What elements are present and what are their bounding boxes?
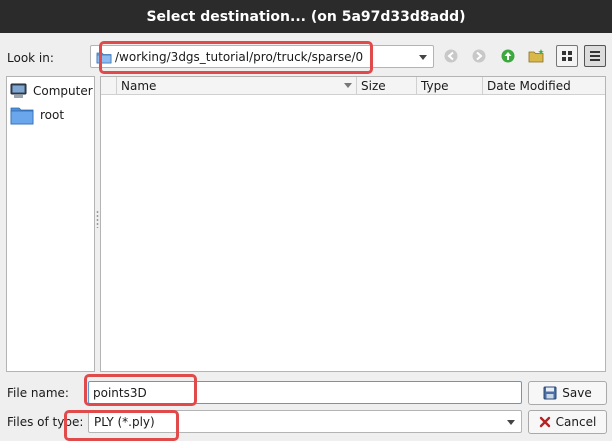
column-header-size[interactable]: Size: [357, 77, 417, 94]
file-list[interactable]: Name Size Type Date Modified: [100, 76, 606, 372]
chevron-down-icon[interactable]: [419, 54, 427, 60]
window-title: Select destination... (on 5a97d33d8add): [146, 8, 466, 25]
folder-small-icon: [96, 50, 112, 64]
look-in-path: /working/3dgs_tutorial/pro/truck/sparse/…: [115, 49, 364, 64]
look-in-label: Look in:: [7, 51, 54, 65]
computer-icon: [10, 83, 27, 99]
cancel-icon: [539, 416, 551, 428]
file-name-input[interactable]: points3D: [88, 381, 522, 404]
sidebar-item-label: Computer: [33, 84, 93, 98]
column-header-label: Size: [361, 78, 386, 93]
detail-view-icon[interactable]: [584, 45, 606, 67]
list-view-icon[interactable]: [556, 45, 578, 67]
column-header-date-modified[interactable]: Date Modified: [483, 77, 605, 94]
parent-directory-icon[interactable]: [497, 45, 519, 67]
save-button-label: Save: [562, 386, 592, 400]
file-name-label: File name:: [7, 386, 69, 400]
file-type-value: PLY (*.ply): [94, 414, 155, 429]
cancel-button[interactable]: Cancel: [528, 410, 607, 434]
file-list-header: Name Size Type Date Modified: [101, 77, 605, 95]
folder-icon: [10, 105, 34, 125]
sort-down-icon: [344, 83, 352, 88]
sidebar-item-label: root: [40, 108, 65, 122]
title-bar: Select destination... (on 5a97d33d8add): [0, 0, 612, 33]
chevron-down-icon[interactable]: [507, 419, 515, 425]
look-in-combo[interactable]: /working/3dgs_tutorial/pro/truck/sparse/…: [90, 45, 434, 68]
cancel-button-label: Cancel: [555, 415, 597, 429]
save-icon: [543, 386, 557, 400]
save-button[interactable]: Save: [528, 381, 607, 405]
column-header-type[interactable]: Type: [417, 77, 483, 94]
forward-icon[interactable]: [468, 45, 490, 67]
column-header-name[interactable]: Name: [117, 77, 357, 94]
sidebar-item-computer[interactable]: Computer: [10, 80, 93, 102]
new-folder-icon[interactable]: [526, 45, 548, 67]
header-spacer: [101, 77, 117, 94]
file-type-combo[interactable]: PLY (*.ply): [88, 410, 522, 433]
column-header-label: Name: [121, 78, 157, 93]
file-type-label: Files of type:: [7, 415, 84, 429]
sidebar: Computer root: [6, 76, 95, 372]
column-header-label: Date Modified: [487, 78, 571, 93]
file-name-value: points3D: [93, 385, 147, 400]
splitter-handle[interactable]: [96, 210, 99, 228]
back-icon[interactable]: [440, 45, 462, 67]
sidebar-item-root[interactable]: root: [10, 104, 64, 126]
column-header-label: Type: [421, 78, 449, 93]
